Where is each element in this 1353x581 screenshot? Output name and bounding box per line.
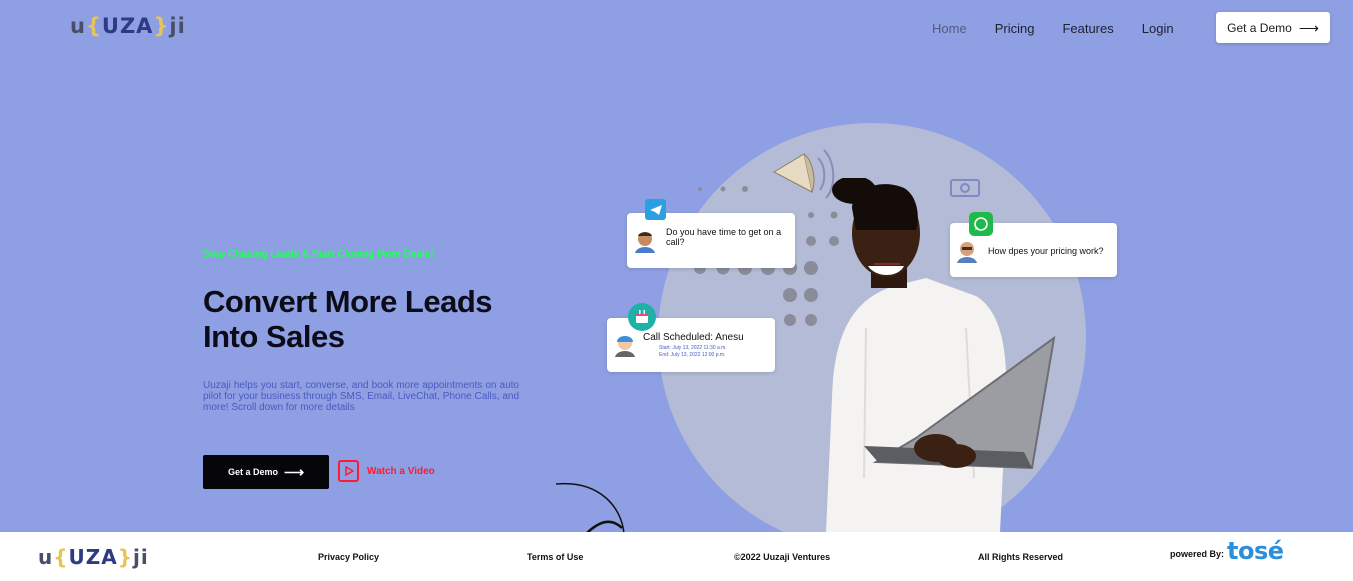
footer-privacy-link[interactable]: Privacy Policy — [318, 552, 379, 562]
hero-description: Uuzaji helps you start, converse, and bo… — [203, 380, 519, 413]
logo-u: u — [70, 14, 86, 38]
call-end-time: End: July 13, 2022 12:00 p.m. — [659, 352, 726, 358]
play-icon — [338, 460, 359, 482]
uuzaji-logo[interactable]: u { UZA } ji — [70, 14, 186, 38]
logo-brace-close: } — [117, 545, 133, 569]
whatsapp-message-text: How dpes your pricing work? — [988, 246, 1104, 256]
whatsapp-icon — [969, 212, 993, 236]
hero-get-demo-button[interactable]: Get a Demo ⟶ — [203, 455, 329, 489]
logo-brace-open: { — [85, 14, 102, 38]
hero-headline: Convert More Leads Into Sales — [203, 284, 493, 354]
woman-avatar-icon — [613, 333, 637, 357]
logo-uza: UZA — [101, 14, 154, 38]
watch-video-label: Watch a Video — [367, 465, 435, 477]
nav-home[interactable]: Home — [932, 21, 967, 36]
logo-ji: ji — [132, 545, 149, 569]
man-avatar-icon — [633, 229, 657, 253]
header-get-demo-button[interactable]: Get a Demo ⟶ — [1216, 12, 1330, 43]
footer-rights: All Rights Reserved — [978, 552, 1064, 562]
tose-logo[interactable]: tosé — [1227, 537, 1284, 565]
logo-uza: UZA — [68, 545, 118, 569]
telegram-icon — [645, 199, 666, 220]
arrow-right-icon: ⟶ — [1298, 19, 1319, 36]
header-demo-label: Get a Demo — [1227, 20, 1292, 35]
hero-tagline: Stop Chasing Leads & Start Closing More … — [203, 249, 434, 260]
decorative-curve — [555, 482, 625, 534]
nav-pricing[interactable]: Pricing — [995, 21, 1035, 36]
footer — [0, 532, 1353, 581]
bald-man-avatar-icon — [955, 239, 979, 263]
logo-u: u — [38, 545, 54, 569]
telegram-message-text: Do you have time to get on a call? — [666, 227, 782, 247]
nav-features[interactable]: Features — [1062, 21, 1113, 36]
footer-copyright: ©2022 Uuzaji Ventures — [734, 552, 831, 562]
powered-by: powered By: tosé — [1170, 537, 1284, 565]
hero-demo-label: Get a Demo — [227, 467, 278, 477]
logo-ji: ji — [169, 14, 186, 38]
calendar-icon — [628, 303, 656, 331]
call-scheduled-title: Call Scheduled: Anesu — [643, 332, 744, 343]
footer-uuzaji-logo[interactable]: u { UZA } ji — [38, 545, 149, 569]
powered-by-label: powered By: — [1170, 549, 1225, 559]
logo-brace-open: { — [53, 545, 69, 569]
footer-terms-link[interactable]: Terms of Use — [527, 552, 583, 562]
logo-brace-close: } — [153, 14, 170, 38]
call-start-time: Start: July 13, 2022 11:30 a.m. — [659, 345, 727, 351]
nav-login[interactable]: Login — [1142, 21, 1174, 36]
telegram-message-card: Do you have time to get on a call? — [627, 213, 795, 268]
arrow-right-icon: ⟶ — [283, 464, 305, 480]
watch-video-link[interactable]: Watch a Video — [338, 460, 435, 482]
main-nav: Home Pricing Features Login — [932, 21, 1174, 36]
